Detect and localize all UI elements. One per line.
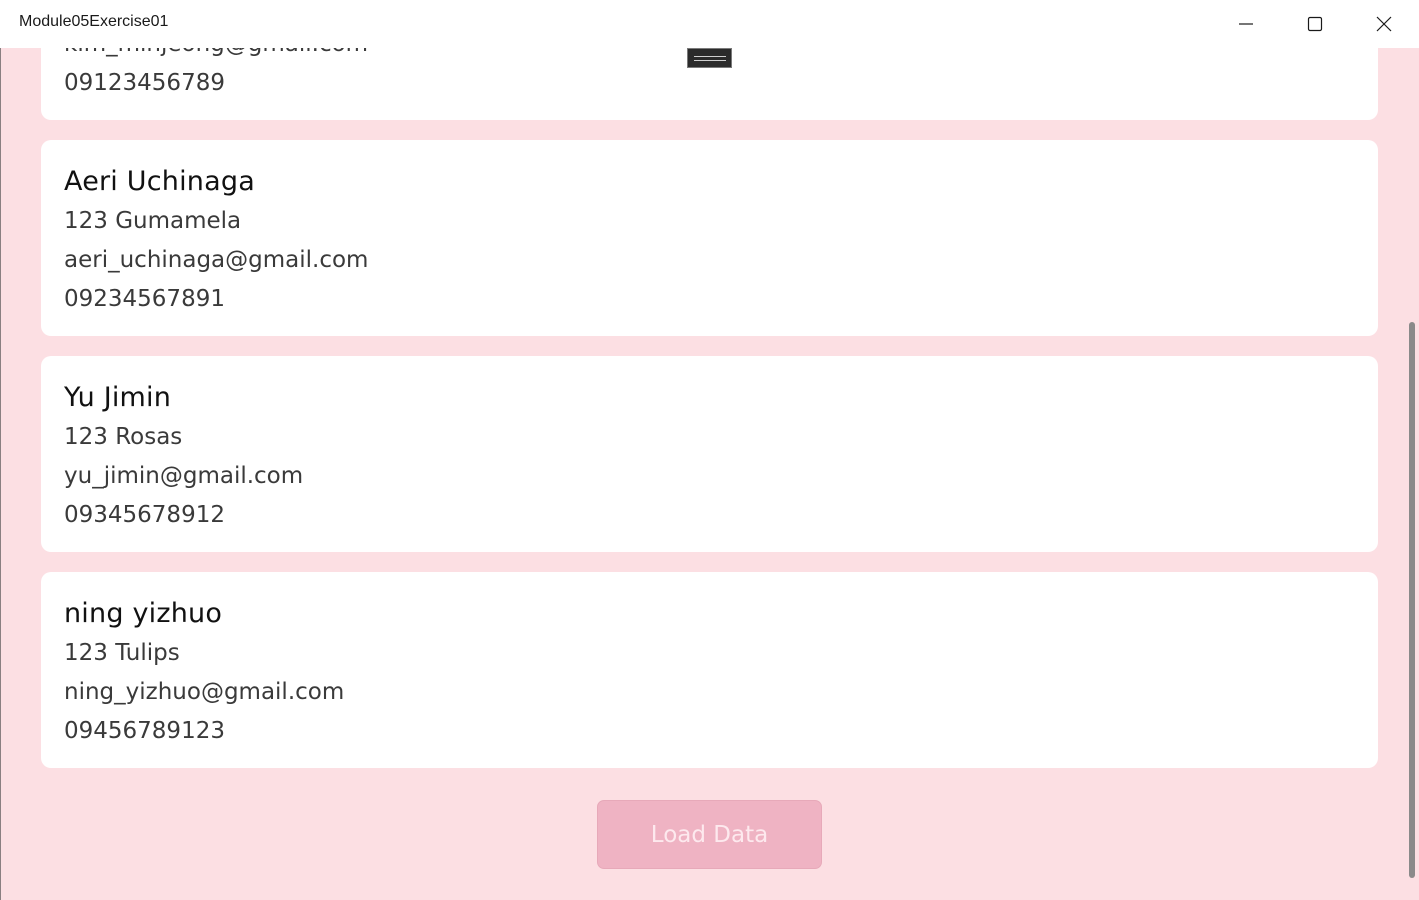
maximize-icon <box>1307 16 1322 32</box>
contact-name: ning yizhuo <box>64 598 223 629</box>
scrollbar-thumb[interactable] <box>1409 322 1415 878</box>
contact-phone: 09234567891 <box>64 286 225 312</box>
window-title: Module05Exercise01 <box>19 13 169 30</box>
contact-list[interactable]: kim_minjeong@gmail.com 09123456789 Aeri … <box>0 48 1419 900</box>
contact-email: aeri_uchinaga@gmail.com <box>64 247 369 273</box>
contact-card[interactable]: Yu Jimin 123 Rosas yu_jimin@gmail.com 09… <box>41 356 1378 552</box>
minimize-button[interactable] <box>1211 0 1280 48</box>
load-data-button[interactable]: Load Data <box>597 800 822 869</box>
close-button[interactable] <box>1349 0 1418 48</box>
maximize-button[interactable] <box>1280 0 1349 48</box>
contact-card[interactable]: Aeri Uchinaga 123 Gumamela aeri_uchinaga… <box>41 140 1378 336</box>
contact-address: 123 Gumamela <box>64 208 242 234</box>
contact-card[interactable]: ning yizhuo 123 Tulips ning_yizhuo@gmail… <box>41 572 1378 768</box>
contact-address: 123 Tulips <box>64 640 180 666</box>
contact-name: Aeri Uchinaga <box>64 166 255 197</box>
contact-email: yu_jimin@gmail.com <box>64 463 304 489</box>
title-bar: Module05Exercise01 <box>0 0 1419 48</box>
contact-address: 123 Rosas <box>64 424 183 450</box>
contact-phone: 09456789123 <box>64 718 225 744</box>
contact-phone: 09123456789 <box>64 70 225 96</box>
contact-name: Yu Jimin <box>64 382 172 413</box>
minimize-icon <box>1238 23 1253 25</box>
contact-email: ning_yizhuo@gmail.com <box>64 679 345 705</box>
drag-handle-icon[interactable] <box>687 48 732 68</box>
contact-email: kim_minjeong@gmail.com <box>64 48 368 57</box>
contact-phone: 09345678912 <box>64 502 225 528</box>
close-icon <box>1376 16 1391 32</box>
